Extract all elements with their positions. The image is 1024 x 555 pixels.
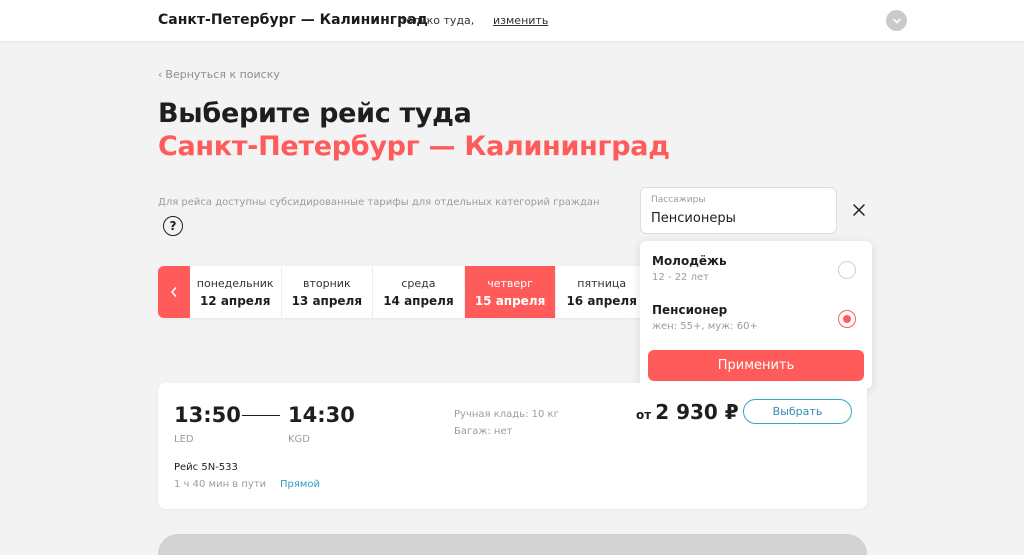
subsidy-note: Для рейса доступны субсидированные тариф…	[158, 197, 600, 208]
back-label: Вернуться к поиску	[165, 68, 280, 81]
apply-button[interactable]: Применить	[648, 350, 864, 381]
change-search-link[interactable]: изменить	[493, 14, 548, 27]
date-weekday: вторник	[303, 276, 351, 290]
select-flight-button[interactable]: Выбрать	[743, 399, 852, 424]
header-route: Санкт-Петербург — Калининград	[158, 12, 428, 28]
flight-duration: 1 ч 40 мин в пути	[174, 479, 267, 490]
bottom-action-button[interactable]	[158, 534, 867, 555]
date-day: 12 апреля	[199, 293, 271, 308]
option-subtitle: жен: 55+, муж: 60+	[652, 321, 758, 332]
radio-button-checked[interactable]	[838, 310, 856, 328]
passenger-option-youth[interactable]: Молодёжь 12 - 22 лет	[652, 254, 862, 294]
radio-button[interactable]	[838, 261, 856, 279]
date-tab-active[interactable]: четверг 15 апреля	[464, 266, 557, 318]
flight-card: 13:50 14:30 LED KGD Ручная кладь: 10 кг …	[158, 383, 867, 509]
price: от 2 930 ₽	[636, 400, 739, 424]
price-value: 2 930 ₽	[655, 400, 739, 424]
baggage: Багаж: нет	[454, 426, 513, 437]
page-title: Выберите рейс туда	[158, 98, 472, 129]
chevron-left-icon	[171, 287, 177, 297]
passenger-option-pensioner[interactable]: Пенсионер жен: 55+, муж: 60+	[652, 303, 862, 343]
date-day: 14 апреля	[383, 293, 454, 308]
chevron-left-icon: ‹	[158, 68, 163, 81]
date-weekday: среда	[401, 276, 436, 290]
help-icon[interactable]: ?	[163, 216, 183, 236]
date-day: 16 апреля	[566, 293, 637, 308]
hand-luggage: Ручная кладь: 10 кг	[454, 409, 559, 420]
date-selector: понедельник 12 апреля вторник 13 апреля …	[158, 266, 648, 318]
option-title: Пенсионер	[652, 303, 728, 317]
departure-code: LED	[174, 434, 194, 445]
option-title: Молодёжь	[652, 254, 727, 268]
passenger-field-value: Пенсионеры	[651, 211, 736, 226]
account-menu-button[interactable]	[886, 10, 907, 31]
date-tab[interactable]: среда 14 апреля	[373, 266, 465, 318]
date-day: 13 апреля	[291, 293, 363, 308]
page-route-title: Санкт-Петербург — Калининград	[158, 131, 670, 162]
passenger-type-select[interactable]: Пассажиры Пенсионеры	[640, 187, 837, 234]
close-icon[interactable]	[850, 201, 868, 219]
prev-dates-button[interactable]	[158, 266, 190, 318]
date-weekday: четверг	[487, 276, 533, 290]
passenger-dropdown: Молодёжь 12 - 22 лет Пенсионер жен: 55+,…	[640, 241, 872, 389]
date-day: 15 апреля	[474, 293, 546, 308]
date-weekday: пятница	[577, 276, 627, 290]
date-tab[interactable]: пятница 16 апреля	[556, 266, 648, 318]
top-bar: Санкт-Петербург — Калининград только туд…	[0, 0, 1024, 41]
route-line	[242, 415, 280, 416]
direct-flight-link[interactable]: Прямой	[280, 479, 320, 490]
back-to-search-link[interactable]: ‹ Вернуться к поиску	[158, 68, 280, 81]
price-prefix: от	[636, 408, 652, 422]
date-weekday: понедельник	[196, 276, 274, 290]
chevron-down-icon	[892, 18, 901, 23]
arrival-code: KGD	[288, 434, 311, 445]
flight-number: Рейс 5N-533	[174, 462, 238, 473]
arrival-time: 14:30	[288, 403, 355, 427]
date-tab[interactable]: вторник 13 апреля	[282, 266, 374, 318]
passenger-field-label: Пассажиры	[651, 195, 706, 205]
date-tab[interactable]: понедельник 12 апреля	[190, 266, 282, 318]
trip-type: только туда,	[400, 14, 475, 27]
option-subtitle: 12 - 22 лет	[652, 272, 709, 283]
departure-time: 13:50	[174, 403, 241, 427]
